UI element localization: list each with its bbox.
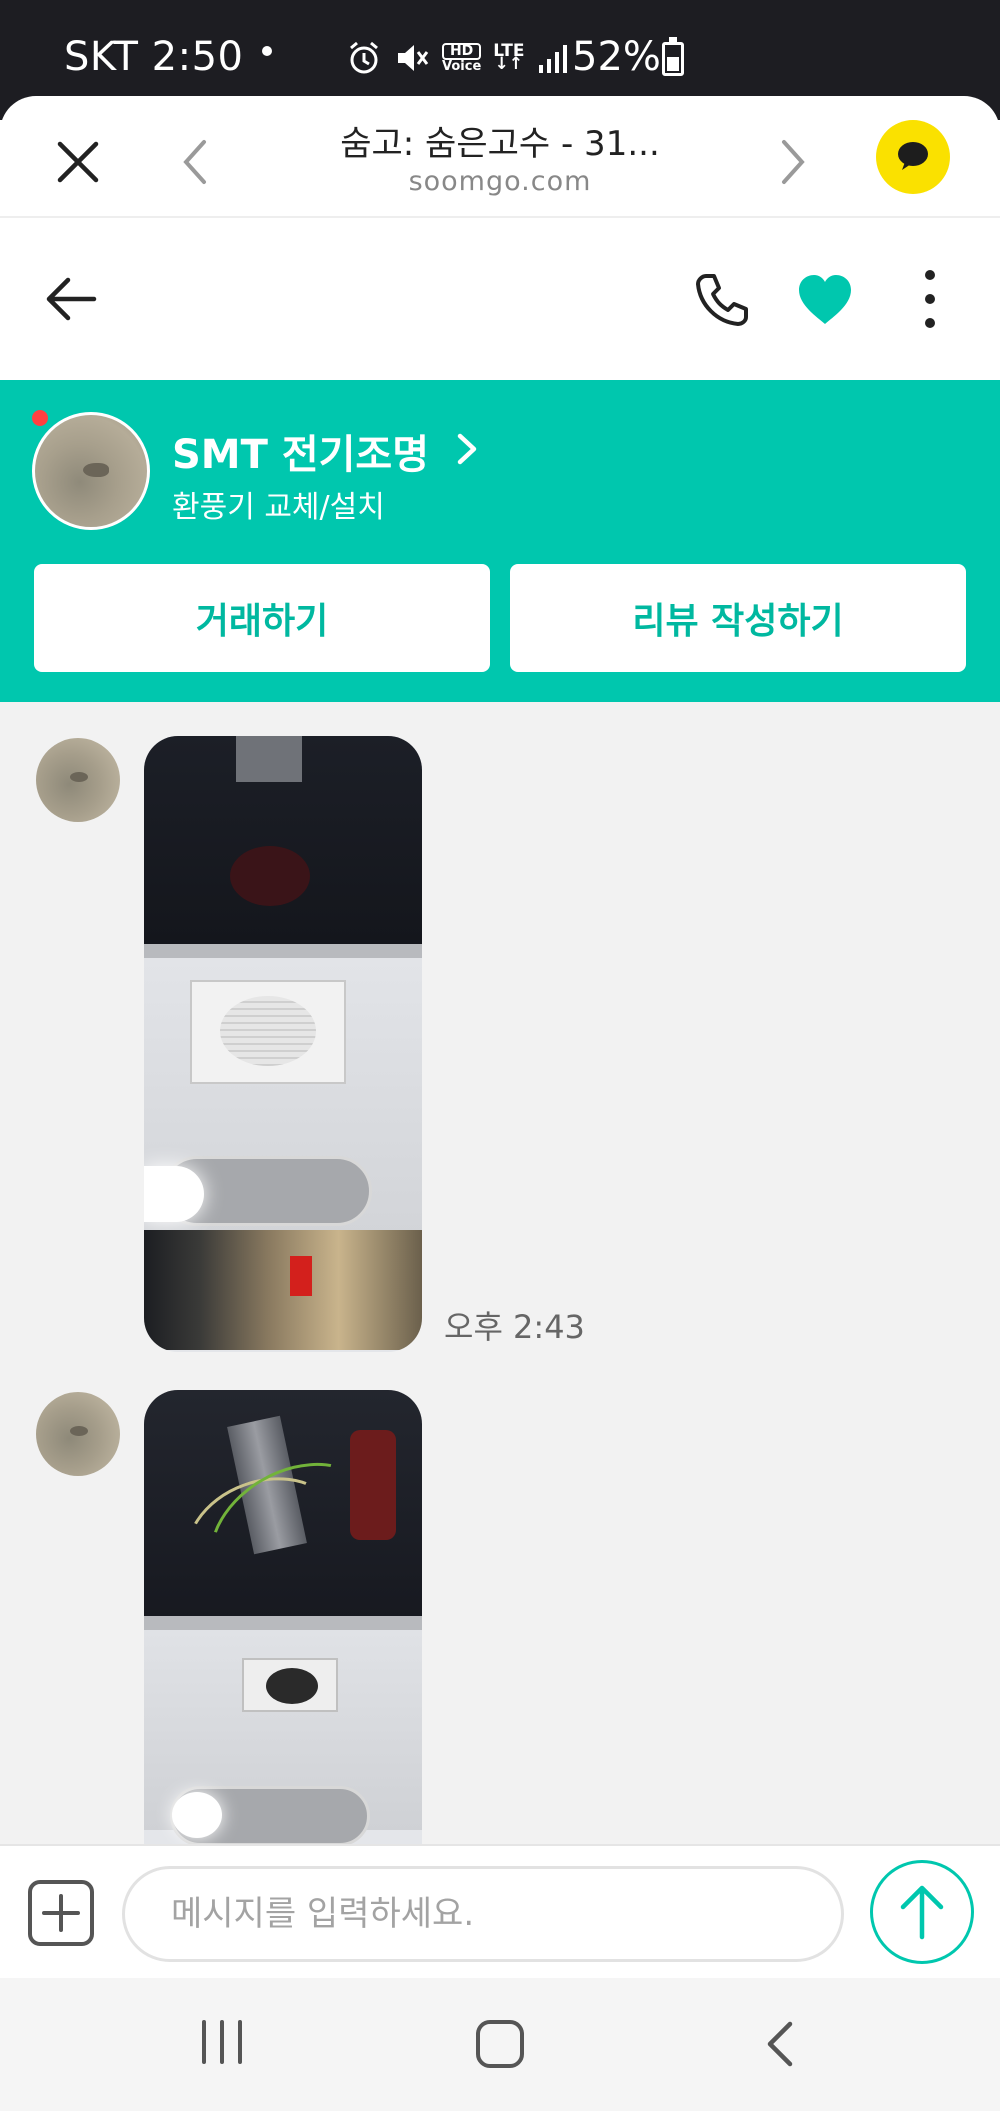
signal-icon xyxy=(538,45,567,73)
write-review-button[interactable]: 리뷰 작성하기 xyxy=(510,564,966,672)
more-vertical-icon[interactable] xyxy=(900,266,960,332)
chat-message-list[interactable]: 오후 2:43 xyxy=(0,702,1000,1844)
arrow-up-icon xyxy=(900,1885,944,1940)
photo-bulb xyxy=(144,1166,204,1222)
voice-label: Voice xyxy=(442,59,482,74)
screen: SKT 2:50 HD Voice LTE ↓↑ 52% 숨고: 숨은고수 - … xyxy=(0,0,1000,2111)
recent-apps-icon[interactable] xyxy=(196,2016,248,2068)
message-time: 오후 2:43 xyxy=(444,1308,585,1346)
alarm-icon xyxy=(350,41,378,74)
photo-fan xyxy=(242,1658,338,1712)
phone-icon[interactable] xyxy=(690,268,754,332)
chevron-left-icon[interactable] xyxy=(170,132,220,192)
photo-frame xyxy=(144,944,422,958)
deal-button[interactable]: 거래하기 xyxy=(34,564,490,672)
hd-voice-icon: HD Voice xyxy=(442,43,482,74)
send-button[interactable] xyxy=(870,1860,974,1964)
home-icon[interactable] xyxy=(472,2016,528,2072)
message-input-bar xyxy=(0,1844,1000,1978)
pro-name[interactable]: SMT 전기조명 xyxy=(172,422,429,480)
hd-label: HD xyxy=(442,43,482,60)
heart-icon[interactable] xyxy=(795,270,855,330)
lte-arrows: ↓↑ xyxy=(494,54,524,74)
pro-profile-banner: SMT 전기조명 환풍기 교체/설치 거래하기 리뷰 작성하기 xyxy=(0,380,1000,702)
kakao-chat-button[interactable] xyxy=(876,120,950,194)
system-nav-bar xyxy=(0,1978,1000,2111)
carrier-time: SKT 2:50 xyxy=(64,34,244,80)
app-header xyxy=(0,218,1000,380)
in-app-browser-bar: 숨고: 숨은고수 - 31... soomgo.com xyxy=(0,96,1000,218)
photo-red-reflection xyxy=(230,846,310,906)
browser-page-title: 숨고: 숨은고수 - 31... xyxy=(340,124,660,164)
photo-duct xyxy=(236,736,302,782)
notification-dot xyxy=(262,46,272,56)
pro-service: 환풍기 교체/설치 xyxy=(172,490,385,525)
kakao-chat-icon xyxy=(898,142,928,170)
photo-bulb xyxy=(172,1792,222,1838)
online-status-dot xyxy=(32,410,48,426)
status-icons: HD Voice LTE ↓↑ xyxy=(346,36,571,80)
photo-mirror xyxy=(144,1230,422,1350)
chevron-right-icon[interactable] xyxy=(452,430,482,468)
message-photo[interactable] xyxy=(144,1390,422,1844)
message-input[interactable] xyxy=(122,1866,844,1962)
battery-icon xyxy=(662,37,684,76)
avatar-bird-graphic xyxy=(70,1426,88,1436)
mute-icon xyxy=(398,45,429,71)
battery-percent: 52% xyxy=(572,34,661,80)
pro-avatar[interactable] xyxy=(32,412,150,530)
message-photo[interactable] xyxy=(144,736,422,1352)
browser-url: soomgo.com xyxy=(408,166,592,197)
photo-fan xyxy=(190,980,346,1084)
avatar-bird-graphic xyxy=(83,463,109,477)
nav-back-icon[interactable] xyxy=(756,2014,804,2074)
avatar-bird-graphic xyxy=(70,772,88,782)
photo-phone-reflection xyxy=(290,1256,312,1296)
lte-icon: LTE ↓↑ xyxy=(493,43,524,74)
photo-frame xyxy=(144,1616,422,1630)
plus-icon[interactable] xyxy=(26,1878,96,1948)
chevron-right-icon[interactable] xyxy=(768,132,818,192)
close-icon[interactable] xyxy=(48,132,108,192)
back-arrow-icon[interactable] xyxy=(40,268,102,330)
sender-avatar[interactable] xyxy=(36,738,120,822)
sender-avatar[interactable] xyxy=(36,1392,120,1476)
